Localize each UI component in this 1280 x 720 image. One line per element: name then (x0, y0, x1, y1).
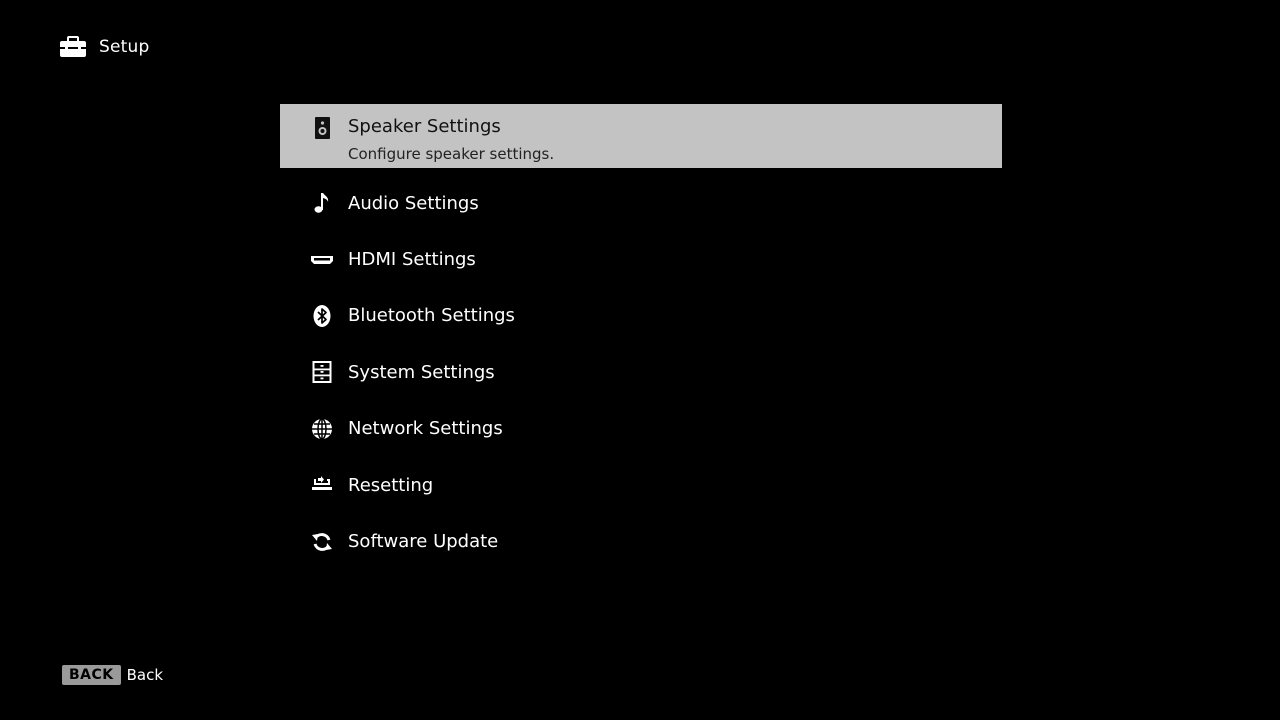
menu-item-label: Network Settings (348, 418, 503, 440)
globe-icon (310, 417, 334, 441)
footer-hint: BACK Back (62, 665, 163, 685)
menu-item-label: Audio Settings (348, 192, 479, 214)
menu-item-label: HDMI Settings (348, 249, 476, 271)
menu-item-label: Software Update (348, 531, 499, 553)
menu-item-label: Bluetooth Settings (348, 305, 515, 327)
update-icon (310, 530, 334, 554)
toolbox-icon (60, 36, 86, 57)
music-note-icon (310, 191, 334, 215)
menu-item-label: System Settings (348, 361, 495, 383)
back-key-badge[interactable]: BACK (62, 665, 121, 685)
system-icon (310, 360, 334, 384)
settings-menu: Speaker Settings Configure speaker setti… (280, 104, 1002, 570)
menu-item-bluetooth-settings[interactable]: Bluetooth Settings (280, 288, 1002, 344)
back-key-label: Back (126, 666, 164, 684)
menu-item-speaker-settings[interactable]: Speaker Settings Configure speaker setti… (280, 104, 1002, 168)
menu-item-label: Speaker Settings (348, 116, 501, 137)
menu-item-resetting[interactable]: Resetting (280, 457, 1002, 513)
hdmi-icon (310, 248, 334, 272)
menu-item-audio-settings[interactable]: Audio Settings (280, 175, 1002, 231)
menu-item-hdmi-settings[interactable]: HDMI Settings (280, 231, 1002, 287)
header: Setup (59, 34, 149, 60)
menu-item-label: Resetting (348, 474, 434, 496)
setup-screen: Setup Speaker Settings Configure speaker… (0, 0, 1280, 720)
menu-item-software-update[interactable]: Software Update (280, 513, 1002, 569)
reset-icon (310, 473, 334, 497)
page-title: Setup (99, 37, 150, 57)
menu-item-network-settings[interactable]: Network Settings (280, 401, 1002, 457)
speaker-icon (310, 116, 334, 140)
bluetooth-icon (310, 304, 334, 328)
menu-item-system-settings[interactable]: System Settings (280, 344, 1002, 400)
menu-item-description: Configure speaker settings. (348, 145, 555, 163)
